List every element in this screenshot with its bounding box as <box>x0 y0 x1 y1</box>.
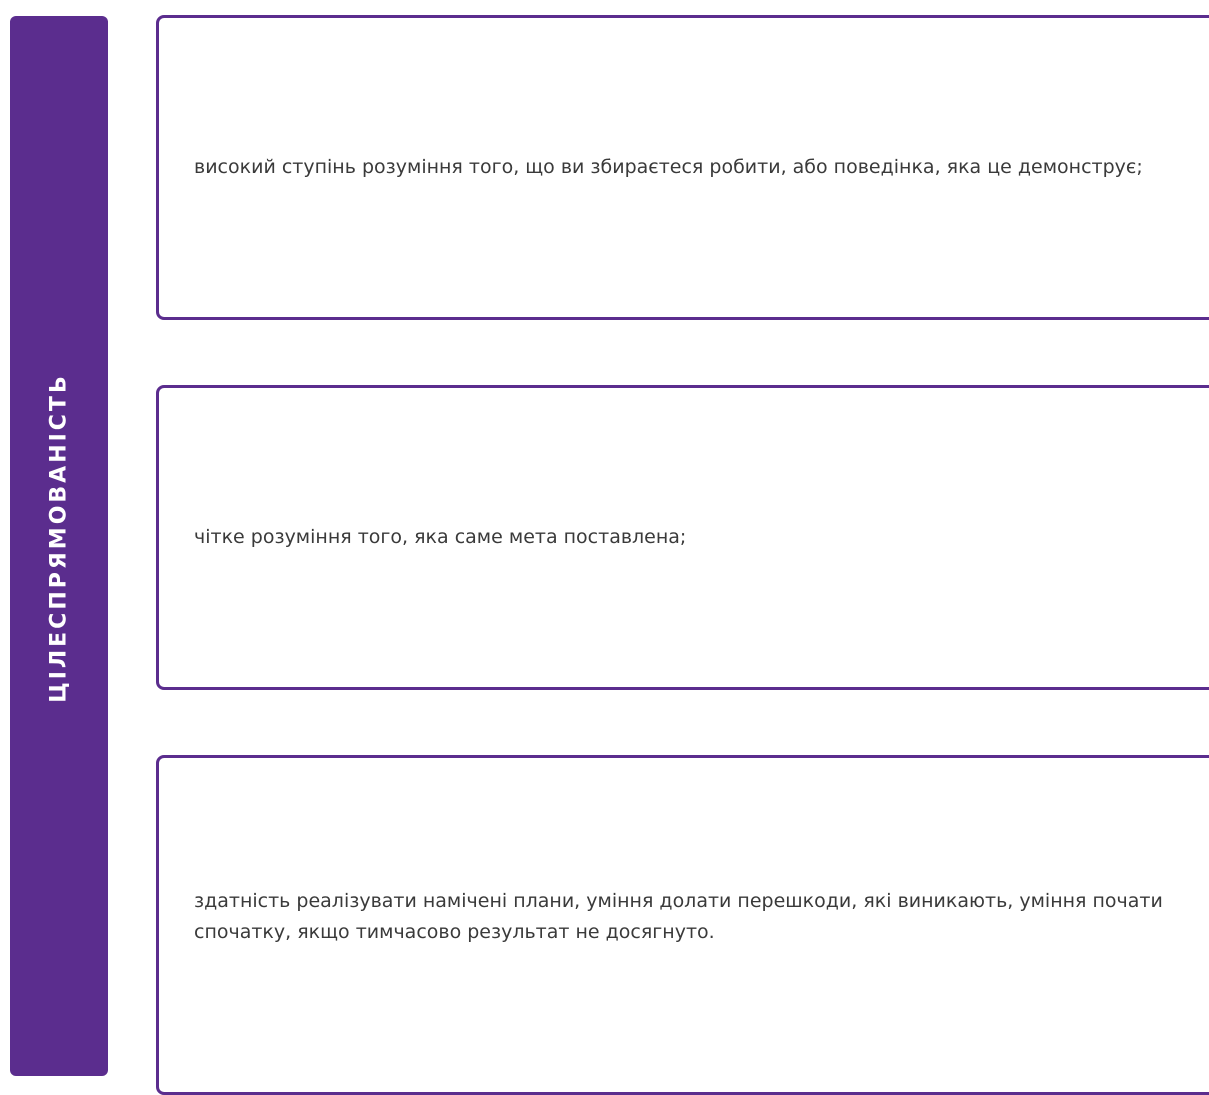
definition-text-1: високий ступінь розуміння того, що ви зб… <box>194 156 1143 178</box>
definition-card-2: чітке розуміння того, яка саме мета пост… <box>156 385 1209 690</box>
definition-card-1: високий ступінь розуміння того, що ви зб… <box>156 15 1209 320</box>
definition-text-2: чітке розуміння того, яка саме мета пост… <box>194 526 687 548</box>
side-banner-title: ЦІЛЕСПРЯМОВАНІСТЬ <box>46 373 72 703</box>
definition-text-3: здатність реалізувати намічені плани, ум… <box>194 890 1163 943</box>
definition-card-3: здатність реалізувати намічені плани, ум… <box>156 755 1209 1095</box>
